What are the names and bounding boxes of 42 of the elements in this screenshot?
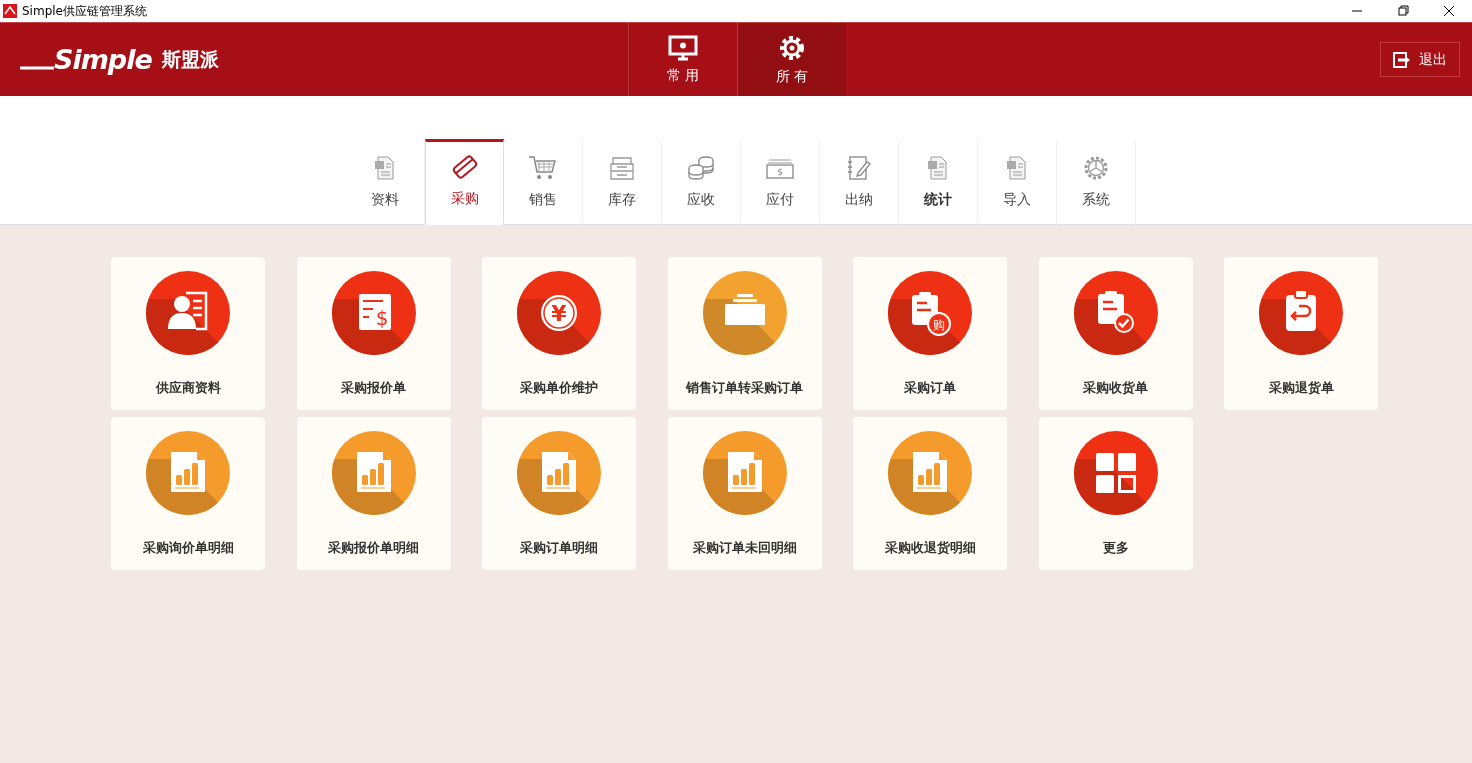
category-tab[interactable]: 系统 [1057,140,1136,225]
logout-button[interactable]: 退出 [1380,42,1460,77]
category-tab[interactable]: 采购 [425,139,504,225]
document-icon [373,155,397,181]
brand-name: 斯盟派 [161,46,219,72]
tray-icon [609,155,635,181]
category-tab[interactable]: 统计 [899,140,978,225]
menu-tile[interactable]: 采购收货单 [1038,257,1193,410]
menu-tile[interactable]: 销售订单转采购订单 [667,257,822,410]
document-icon [1005,155,1029,181]
coins-icon [687,155,715,181]
yen-coin-icon: ¥ [517,271,601,355]
menu-tile[interactable]: $ 采购报价单 [296,257,451,410]
gear-icon [778,33,806,62]
menu-tile[interactable]: 采购询价单明细 [111,417,265,570]
exit-icon [1393,51,1411,68]
menu-tile[interactable]: 更多 [1038,417,1193,570]
menu-tile[interactable]: 采购收退货明细 [853,417,1007,570]
category-tab[interactable]: 库存 [583,140,662,225]
document-icon [926,155,950,181]
menu-tile[interactable]: 供应商资料 [111,257,265,410]
menu-tile[interactable]: 购 采购订单 [853,257,1007,410]
clipboard-icon: 购 [888,271,972,355]
menu-tile[interactable]: ¥ 采购单价维护 [482,257,636,410]
gear-icon [1083,155,1109,181]
nav-tab[interactable]: 所 有 [737,23,846,96]
menu-tile[interactable]: 采购报价单明细 [296,417,451,570]
price-sheet-icon: $ [331,271,416,355]
menu-tile[interactable]: 采购退货单 [1224,257,1378,410]
category-tab[interactable]: $ 应付 [741,140,820,225]
category-tab[interactable]: 应收 [662,140,741,225]
window-title: Simple供应链管理系统 [22,2,147,20]
cart-icon [528,155,558,181]
notebook-icon [846,155,872,181]
category-tab[interactable]: 出纳 [820,140,899,225]
tag-icon [450,154,479,180]
category-tab[interactable]: 销售 [504,140,583,225]
logo-text: Simple [54,44,152,75]
monitor-icon [668,34,698,61]
menu-tile[interactable]: 采购订单未回明细 [667,417,822,570]
category-tab[interactable]: 导入 [978,140,1057,225]
menu-tile[interactable]: 采购订单明细 [482,417,636,570]
